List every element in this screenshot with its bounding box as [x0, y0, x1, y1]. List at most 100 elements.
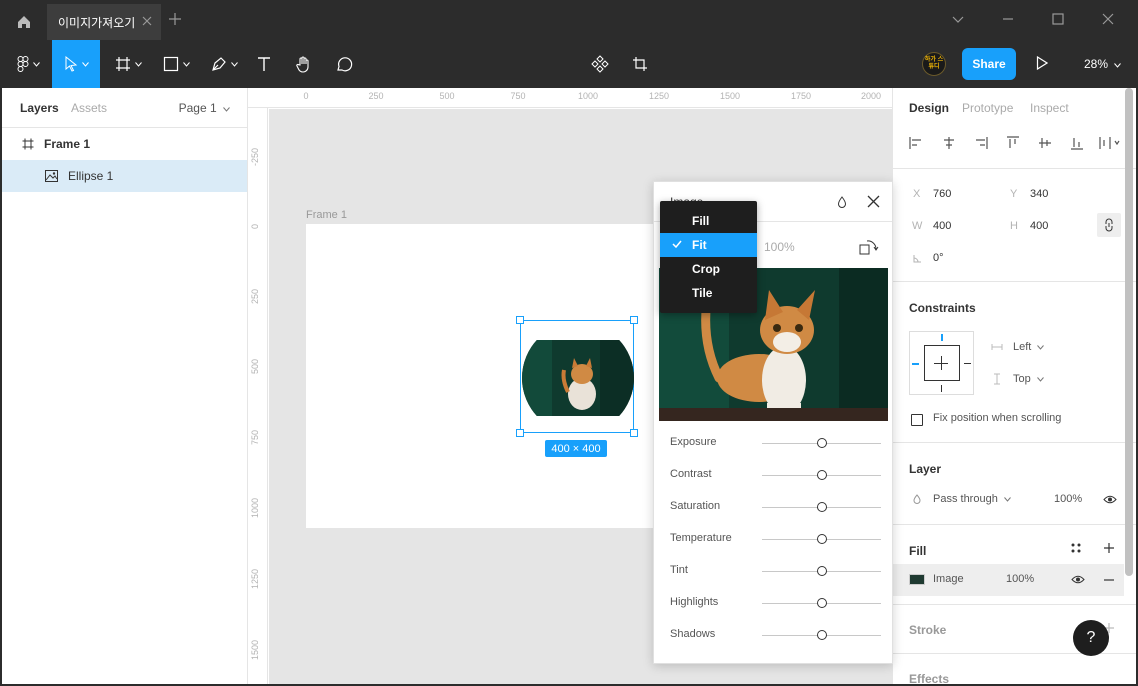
align-bottom-icon[interactable] [1070, 136, 1084, 150]
ellipse-selection[interactable] [516, 316, 638, 437]
constraint-widget[interactable] [909, 331, 974, 395]
x-field[interactable]: 760 [933, 188, 951, 200]
help-button[interactable]: ? [1073, 620, 1109, 656]
distribute-icon[interactable] [1099, 136, 1121, 150]
menu-item-fit[interactable]: Fit [660, 233, 757, 257]
home-button[interactable] [4, 4, 44, 40]
tab-layers[interactable]: Layers [20, 101, 59, 115]
zoom-menu[interactable]: 28% [1084, 57, 1122, 71]
component-button[interactable] [588, 40, 612, 88]
resize-handle-sw[interactable] [516, 429, 524, 437]
rotation-field[interactable]: 0° [933, 252, 944, 264]
vertical-constraint-select[interactable]: Top [1013, 373, 1044, 385]
frame-icon [115, 57, 130, 71]
layer-row-frame[interactable]: Frame 1 [0, 128, 247, 160]
align-top-icon[interactable] [1006, 136, 1020, 150]
comment-tool[interactable] [330, 40, 358, 88]
layer-row-ellipse[interactable]: Ellipse 1 [0, 160, 247, 192]
slider-knob[interactable] [816, 438, 827, 448]
minimize-icon[interactable] [1001, 12, 1015, 26]
chevron-down-icon [182, 61, 190, 67]
fill-swatch[interactable] [909, 574, 925, 585]
scale-mode-menu: Fill Fit Crop Tile [660, 201, 757, 313]
slider-knob[interactable] [816, 630, 827, 640]
resize-handle-se[interactable] [630, 429, 638, 437]
resize-handle-nw[interactable] [516, 316, 524, 324]
slider-knob[interactable] [816, 470, 827, 480]
style-grid-icon[interactable] [1071, 543, 1081, 553]
close-icon[interactable] [867, 195, 880, 208]
align-right-icon[interactable] [974, 136, 988, 150]
plus-icon[interactable] [168, 12, 182, 26]
crop-button[interactable] [628, 40, 652, 88]
align-horizontal-center-icon[interactable] [942, 136, 956, 150]
slider-knob[interactable] [816, 566, 827, 576]
cat-photo-thumbnail [522, 340, 634, 416]
slider-label: Highlights [670, 596, 719, 608]
text-tool[interactable] [250, 40, 278, 88]
slider-knob[interactable] [816, 598, 827, 608]
maximize-icon[interactable] [1051, 12, 1065, 26]
align-vertical-center-icon[interactable] [1038, 136, 1052, 150]
constraint-bottom-indicator[interactable] [941, 385, 942, 392]
constrain-proportions-button[interactable] [1097, 213, 1121, 237]
ruler-tick: 1250 [250, 568, 260, 589]
move-tool[interactable] [52, 40, 100, 88]
blend-mode-select[interactable]: Pass through [933, 493, 1011, 505]
horizontal-constraint-select[interactable]: Left [1013, 341, 1045, 353]
frame-tool[interactable] [108, 40, 148, 88]
menu-item-crop[interactable]: Crop [660, 257, 757, 281]
page-selector[interactable]: Page 1 [179, 101, 230, 115]
eye-icon[interactable] [1071, 575, 1085, 584]
tab-inspect[interactable]: Inspect [1030, 101, 1069, 115]
close-window-icon[interactable] [1101, 12, 1115, 26]
frame-label[interactable]: Frame 1 [306, 209, 347, 221]
slider-label: Shadows [670, 628, 716, 640]
play-icon[interactable] [1036, 56, 1048, 70]
shape-tool[interactable] [156, 40, 196, 88]
fill-type[interactable]: Image [933, 573, 964, 585]
rotate-icon[interactable] [859, 238, 879, 256]
close-icon[interactable] [141, 15, 153, 27]
menu-item-tile[interactable]: Tile [660, 281, 757, 305]
fix-position-checkbox[interactable] [911, 414, 923, 426]
slider-knob[interactable] [816, 534, 827, 544]
size-badge: 400 × 400 [545, 440, 607, 457]
minus-icon[interactable] [1103, 579, 1115, 581]
text-icon [258, 57, 270, 71]
avatar[interactable]: 하가 스튜디 [922, 52, 946, 76]
constraint-left-indicator[interactable] [912, 363, 919, 365]
layer-opacity[interactable]: 100% [1054, 493, 1082, 505]
share-button[interactable]: Share [962, 48, 1016, 80]
ruler-tick: 1500 [719, 91, 741, 101]
file-tab[interactable]: 이미지가져오기 [47, 4, 161, 40]
ruler-tick: 2000 [860, 91, 882, 101]
w-field[interactable]: 400 [933, 220, 951, 232]
menu-item-fill[interactable]: Fill [660, 209, 757, 233]
constraint-top-indicator[interactable] [941, 334, 943, 341]
resize-handle-ne[interactable] [630, 316, 638, 324]
scrollbar[interactable] [1125, 88, 1133, 576]
slider-label: Contrast [670, 468, 712, 480]
fill-opacity[interactable]: 100% [1006, 573, 1034, 585]
tab-design[interactable]: Design [909, 101, 949, 115]
align-left-icon[interactable] [909, 136, 923, 150]
main-menu-button[interactable] [6, 40, 50, 88]
pen-tool[interactable] [204, 40, 244, 88]
ruler-tick: 1000 [250, 497, 260, 518]
eye-icon[interactable] [1103, 495, 1117, 504]
blend-drop-icon[interactable] [837, 196, 847, 208]
constraint-right-indicator[interactable] [964, 363, 971, 364]
h-field[interactable]: 400 [1030, 220, 1048, 232]
layer-title: Layer [909, 462, 942, 476]
hand-tool[interactable] [290, 40, 318, 88]
plus-icon[interactable] [1103, 542, 1115, 554]
chevron-down-icon[interactable] [951, 12, 965, 26]
tab-assets[interactable]: Assets [71, 101, 107, 115]
y-field[interactable]: 340 [1030, 188, 1048, 200]
slider-knob[interactable] [816, 502, 827, 512]
ruler-tick: 1000 [577, 91, 599, 101]
tab-prototype[interactable]: Prototype [962, 101, 1013, 115]
fill-row[interactable]: Image 100% [893, 564, 1124, 596]
image-opacity[interactable]: 100% [764, 240, 795, 254]
